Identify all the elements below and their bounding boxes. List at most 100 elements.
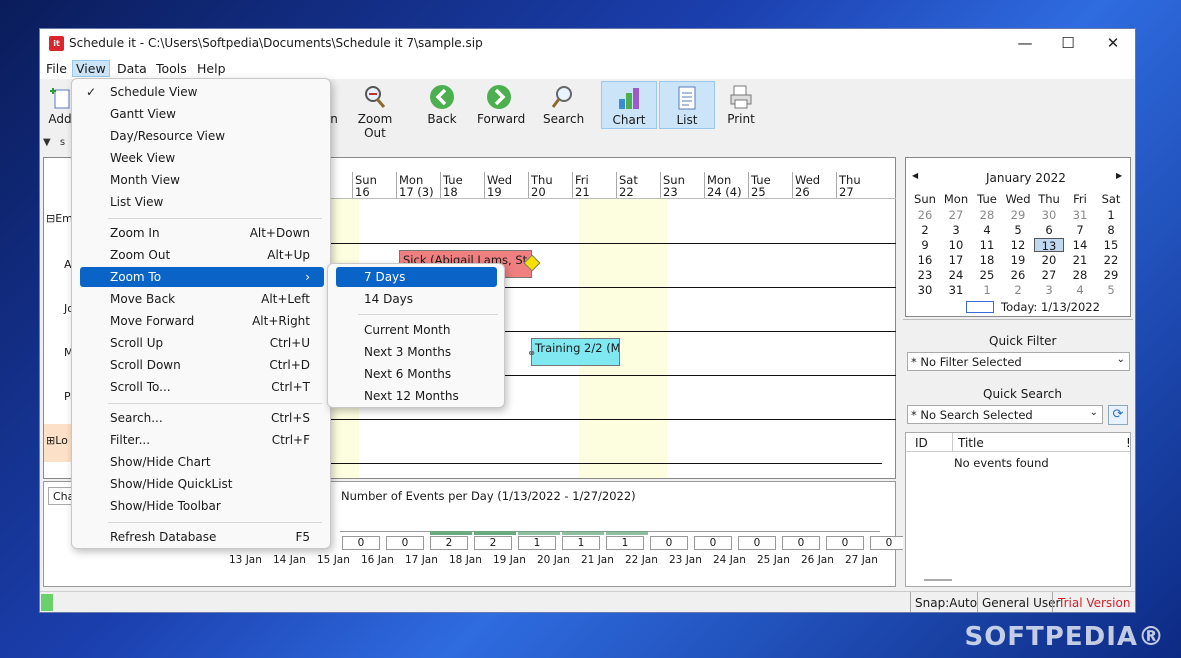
menu-item-list-view[interactable]: List View — [80, 192, 324, 212]
calendar-day[interactable]: 18 — [972, 253, 1002, 267]
calendar-day[interactable]: 27 — [941, 208, 971, 222]
calendar-day[interactable]: 20 — [1034, 253, 1064, 267]
submenu-item-next-3-months[interactable]: Next 3 Months — [336, 342, 497, 362]
calendar-day[interactable]: 28 — [972, 208, 1002, 222]
calendar-day[interactable]: 11 — [972, 238, 1002, 252]
calendar-day[interactable]: 3 — [1034, 283, 1064, 297]
maximize-button[interactable]: ☐ — [1058, 33, 1078, 53]
calendar-next-icon[interactable]: ▶ — [1116, 171, 1122, 180]
menu-item-zoom-out[interactable]: Zoom Out Alt+Up — [80, 245, 324, 265]
calendar-day[interactable]: 10 — [941, 238, 971, 252]
menu-item-move-forward[interactable]: Move Forward Alt+Right — [80, 311, 324, 331]
calendar-day[interactable]: 31 — [941, 283, 971, 297]
calendar-day[interactable]: 9 — [910, 238, 940, 252]
calendar-prev-icon[interactable]: ◀ — [912, 171, 918, 180]
progress-indicator — [41, 594, 53, 611]
calendar-day[interactable]: 14 — [1065, 238, 1095, 252]
menu-item-scroll-up[interactable]: Scroll Up Ctrl+U — [80, 333, 324, 353]
snap-status[interactable]: Snap:Auto — [915, 596, 977, 610]
menu-item-show-hide-toolbar[interactable]: Show/Hide Toolbar — [80, 496, 324, 516]
menu-file[interactable]: File — [43, 61, 70, 76]
calendar-day[interactable]: 1 — [972, 283, 1002, 297]
calendar-day[interactable]: 21 — [1065, 253, 1095, 267]
zoom-out-button[interactable]: Zoom Out — [350, 81, 400, 140]
menu-item-month-view[interactable]: Month View — [80, 170, 324, 190]
menu-item-zoom-to[interactable]: Zoom To › — [80, 267, 324, 287]
calendar-day[interactable]: 6 — [1034, 223, 1064, 237]
submenu-item-14-days[interactable]: 14 Days — [336, 289, 497, 309]
menu-item-move-back[interactable]: Move Back Alt+Left — [80, 289, 324, 309]
chart-button[interactable]: Chart — [601, 81, 657, 129]
event-training[interactable]: Training 2/2 (Me — [531, 338, 620, 366]
calendar-day[interactable]: 4 — [972, 223, 1002, 237]
calendar-day[interactable]: 12 — [1003, 238, 1033, 252]
quick-search-select[interactable]: * No Search Selected ⌄ — [907, 405, 1103, 424]
calendar-day[interactable]: 24 — [941, 268, 971, 282]
calendar-day[interactable]: 25 — [972, 268, 1002, 282]
calendar-day[interactable]: 2 — [910, 223, 940, 237]
calendar-day[interactable]: 29 — [1003, 208, 1033, 222]
menu-help[interactable]: Help — [194, 61, 229, 76]
calendar-day[interactable]: 8 — [1096, 223, 1126, 237]
calendar-day[interactable]: 26 — [1003, 268, 1033, 282]
menu-item-shortcut: F5 — [295, 530, 310, 544]
menu-item-day-resource-view[interactable]: Day/Resource View — [80, 126, 324, 146]
back-label: Back — [427, 112, 457, 126]
calendar-day[interactable]: 1 — [1096, 208, 1126, 222]
calendar-day[interactable]: 27 — [1034, 268, 1064, 282]
scrollbar-thumb[interactable] — [924, 579, 952, 581]
menu-item-zoom-in[interactable]: Zoom In Alt+Down — [80, 223, 324, 243]
menu-item-week-view[interactable]: Week View — [80, 148, 324, 168]
menu-item-filter[interactable]: Filter... Ctrl+F — [80, 430, 324, 450]
calendar-day[interactable]: 29 — [1096, 268, 1126, 282]
col-id[interactable]: ID — [915, 436, 928, 450]
menu-view[interactable]: View — [72, 60, 110, 77]
forward-button[interactable]: Forward — [477, 81, 525, 129]
menu-item-show-hide-quicklist[interactable]: Show/Hide QuickList — [80, 474, 324, 494]
calendar-day[interactable]: 16 — [910, 253, 940, 267]
submenu-item-current-month[interactable]: Current Month — [336, 320, 497, 340]
close-button[interactable]: ✕ — [1103, 33, 1123, 53]
calendar-day[interactable]: 5 — [1003, 223, 1033, 237]
submenu-item-next-12-months[interactable]: Next 12 Months — [336, 386, 497, 406]
menu-item-scroll-to[interactable]: Scroll To... Ctrl+T — [80, 377, 324, 397]
list-button[interactable]: List — [659, 81, 715, 129]
calendar-day[interactable]: 17 — [941, 253, 971, 267]
calendar-day[interactable]: 19 — [1003, 253, 1033, 267]
minimize-button[interactable]: — — [1015, 33, 1035, 53]
submenu-item-7-days[interactable]: 7 Days — [336, 267, 497, 287]
search-button[interactable]: Search — [543, 81, 584, 129]
calendar-day[interactable]: 30 — [1034, 208, 1064, 222]
menu-item-refresh-database[interactable]: Refresh Database F5 — [80, 527, 324, 547]
col-title[interactable]: Title — [958, 436, 984, 450]
calendar-day[interactable]: 4 — [1065, 283, 1095, 297]
add-button[interactable]: Add — [46, 81, 74, 129]
calendar-day[interactable]: 23 — [910, 268, 940, 282]
back-button[interactable]: Back — [425, 81, 459, 129]
calendar-day[interactable]: 15 — [1096, 238, 1126, 252]
quick-filter-select[interactable]: * No Filter Selected ⌄ — [907, 352, 1130, 371]
today-label[interactable]: Today: 1/13/2022 — [1001, 300, 1100, 314]
calendar-day[interactable]: 7 — [1065, 223, 1095, 237]
refresh-icon[interactable]: ⟳ — [1108, 405, 1128, 425]
menu-tools[interactable]: Tools — [153, 61, 190, 76]
print-button[interactable]: Print — [726, 81, 756, 129]
submenu-item-next-6-months[interactable]: Next 6 Months — [336, 364, 497, 384]
menu-item-gantt-view[interactable]: Gantt View — [80, 104, 324, 124]
calendar-day[interactable]: 28 — [1065, 268, 1095, 282]
menu-item-scroll-down[interactable]: Scroll Down Ctrl+D — [80, 355, 324, 375]
menu-item-show-hide-chart[interactable]: Show/Hide Chart — [80, 452, 324, 472]
calendar-day[interactable]: 3 — [941, 223, 971, 237]
calendar-day[interactable]: 2 — [1003, 283, 1033, 297]
calendar-day[interactable]: 13 — [1034, 238, 1064, 253]
calendar-day[interactable]: 5 — [1096, 283, 1126, 297]
row-label[interactable]: ⊟Em — [46, 212, 73, 225]
calendar-day[interactable]: 22 — [1096, 253, 1126, 267]
menu-item-schedule-view[interactable]: ✓ Schedule View — [80, 82, 324, 102]
calendar-day[interactable]: 26 — [910, 208, 940, 222]
calendar-day[interactable]: 30 — [910, 283, 940, 297]
menu-item-search[interactable]: Search... Ctrl+S — [80, 408, 324, 428]
calendar-day[interactable]: 31 — [1065, 208, 1095, 222]
menu-item-label: Scroll To... — [110, 380, 171, 394]
menu-data[interactable]: Data — [114, 61, 150, 76]
